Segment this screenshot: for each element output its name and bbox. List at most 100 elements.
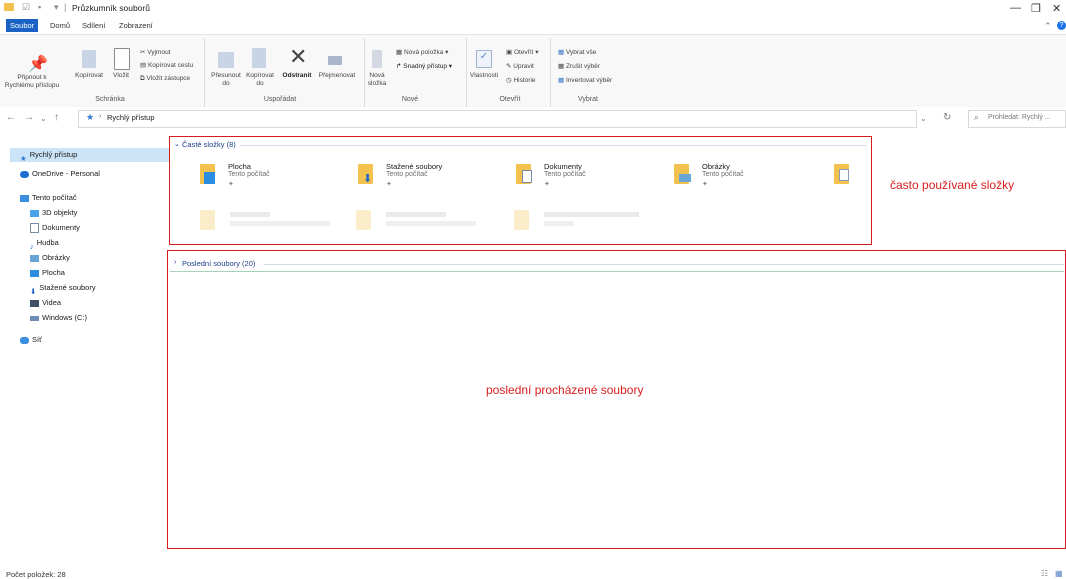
- sidebar-item-music[interactable]: ♪ Hudba: [30, 236, 59, 251]
- title-separator: |: [64, 2, 67, 12]
- invert-selection-button[interactable]: ▦ Invertovat výběr: [558, 76, 612, 84]
- group-label-otevrit: Otevřít: [499, 96, 521, 103]
- sidebar-label: Dokumenty: [42, 223, 80, 232]
- sidebar-item-this-pc[interactable]: Tento počítač: [20, 191, 77, 205]
- open-icon: ▣: [506, 49, 514, 56]
- cloud-icon: [20, 170, 29, 178]
- easy-access-button[interactable]: ↱ Snadný přístup ▾: [396, 62, 452, 70]
- sidebar-item-network[interactable]: Síť: [20, 333, 42, 347]
- paste-shortcut-button[interactable]: ⧉ Vložit zástupce: [140, 75, 190, 83]
- large-icons-view-icon[interactable]: ▦: [1055, 569, 1063, 578]
- sidebar-label: Tento počítač: [32, 193, 77, 202]
- recent-locations-chevron-icon[interactable]: ⌄: [40, 114, 47, 123]
- drive-icon: [30, 315, 39, 321]
- group-divider: [550, 38, 551, 114]
- sidebar-item-quick-access[interactable]: ★ Rychlý přístup: [10, 148, 170, 163]
- details-view-icon[interactable]: ☷: [1041, 569, 1048, 578]
- rename-button[interactable]: Přejmenovat: [314, 72, 360, 80]
- open-button[interactable]: ▣ Otevřít ▾: [506, 48, 539, 56]
- title-bar: [0, 0, 1066, 16]
- group-label-usporadat: Uspořádat: [263, 96, 297, 103]
- invert-label: Invertovat výběr: [565, 77, 613, 84]
- edit-label: Upravit: [513, 63, 534, 70]
- move-to-button[interactable]: Přesunout do: [208, 72, 244, 88]
- select-none-button[interactable]: ▦ Zrušit výběr: [558, 62, 600, 70]
- sidebar-item-pictures[interactable]: Obrázky: [30, 251, 70, 265]
- address-bar[interactable]: [78, 110, 917, 128]
- tab-domu[interactable]: Domů: [46, 19, 74, 32]
- minimize-button[interactable]: —: [1010, 2, 1021, 14]
- properties-quick-icon[interactable]: ☑: [22, 2, 30, 13]
- customize-quick-access-icon[interactable]: ▾: [54, 2, 59, 13]
- sidebar-item-desktop[interactable]: Plocha: [30, 266, 65, 280]
- sidebar-label: Hudba: [36, 238, 59, 247]
- breadcrumb-current[interactable]: Rychlý přístup: [107, 113, 155, 122]
- tab-zobrazeni[interactable]: Zobrazení: [115, 19, 157, 32]
- sidebar-item-onedrive[interactable]: OneDrive - Personal: [20, 167, 100, 181]
- annotation-frequent-label: často používané složky: [890, 178, 1015, 192]
- paste-button[interactable]: Vložit: [106, 72, 136, 80]
- new-item-button[interactable]: ▦ Nová položka ▾: [396, 48, 448, 56]
- group-divider: [204, 38, 205, 114]
- search-placeholder: Prohledat: Rychlý ...: [988, 114, 1051, 121]
- sidebar-label: Stažené soubory: [39, 283, 96, 292]
- refresh-icon[interactable]: ↻: [943, 112, 951, 123]
- ribbon-tabs: Soubor Domů Sdílení Zobrazení: [0, 19, 300, 33]
- cut-button[interactable]: ✂ Vyjmout: [140, 48, 171, 56]
- sidebar-item-videos[interactable]: Videa: [30, 296, 61, 310]
- open-label: Otevřít: [513, 49, 534, 56]
- help-icon[interactable]: ?: [1057, 21, 1066, 30]
- folder-app-icon: [4, 3, 14, 11]
- sidebar-item-3d-objects[interactable]: 3D objekty: [30, 206, 77, 220]
- new-folder-quick-icon[interactable]: ▪: [38, 2, 41, 12]
- copy-path-label: Kopírovat cestu: [147, 62, 194, 69]
- group-label-vybrat: Vybrat: [578, 96, 598, 103]
- history-button[interactable]: ◷ Historie: [506, 76, 536, 84]
- move-to-icon: [218, 52, 234, 68]
- history-label: Historie: [513, 77, 536, 84]
- copy-to-button[interactable]: Kopírovat do: [242, 72, 278, 88]
- annotation-box-recent: [167, 250, 1066, 549]
- group-label-schranka: Schránka: [95, 96, 125, 103]
- desktop-icon: [30, 269, 39, 277]
- cut-label: Vyjmout: [147, 49, 171, 56]
- sidebar-item-documents[interactable]: Dokumenty: [30, 221, 80, 235]
- search-icon: ⌕: [974, 112, 980, 122]
- download-icon: ⬇: [30, 286, 37, 296]
- sidebar-item-downloads[interactable]: ⬇ Stažené soubory: [30, 281, 96, 296]
- edit-button[interactable]: ✎ Upravit: [506, 62, 534, 70]
- tab-soubor[interactable]: Soubor: [6, 19, 39, 32]
- picture-icon: [30, 254, 39, 262]
- address-dropdown-icon[interactable]: ⌄: [920, 114, 927, 123]
- rename-icon: [328, 56, 342, 65]
- network-icon: [20, 336, 29, 344]
- close-button[interactable]: ✕: [1052, 2, 1061, 15]
- group-label-nove: Nové: [401, 96, 419, 103]
- copy-path-icon: ▤: [140, 62, 148, 69]
- sidebar-label: Obrázky: [42, 253, 70, 262]
- properties-icon: ✓: [476, 50, 492, 68]
- select-all-icon: ▦: [558, 49, 566, 56]
- copy-button[interactable]: Kopírovat: [72, 72, 106, 80]
- computer-icon: [20, 194, 29, 202]
- forward-arrow-icon[interactable]: →: [24, 112, 34, 123]
- back-arrow-icon[interactable]: ←: [6, 112, 16, 123]
- collapse-ribbon-icon[interactable]: ⌃: [1044, 21, 1052, 32]
- sidebar-item-drive-c[interactable]: Windows (C:): [30, 311, 87, 325]
- new-folder-button[interactable]: Nová složka: [366, 72, 388, 88]
- star-icon: ★: [86, 112, 95, 122]
- properties-button[interactable]: Vlastnosti: [466, 72, 502, 80]
- maximize-button[interactable]: ❐: [1031, 2, 1041, 15]
- delete-button[interactable]: Odstranit: [278, 72, 316, 80]
- select-all-button[interactable]: ▦ Vybrat vše: [558, 48, 596, 56]
- select-none-label: Zrušit výběr: [565, 63, 600, 70]
- delete-icon: ✕: [289, 44, 308, 69]
- up-arrow-icon[interactable]: ↑: [54, 112, 59, 123]
- select-none-icon: ▦: [558, 63, 566, 70]
- copy-icon: [82, 50, 96, 68]
- copy-path-button[interactable]: ▤ Kopírovat cestu: [140, 61, 193, 69]
- music-icon: ♪: [30, 241, 34, 251]
- select-all-label: Vybrat vše: [565, 49, 597, 56]
- pin-quick-access-button[interactable]: Připnout k Rychlému přístupu: [4, 74, 60, 90]
- tab-sdileni[interactable]: Sdílení: [78, 19, 109, 32]
